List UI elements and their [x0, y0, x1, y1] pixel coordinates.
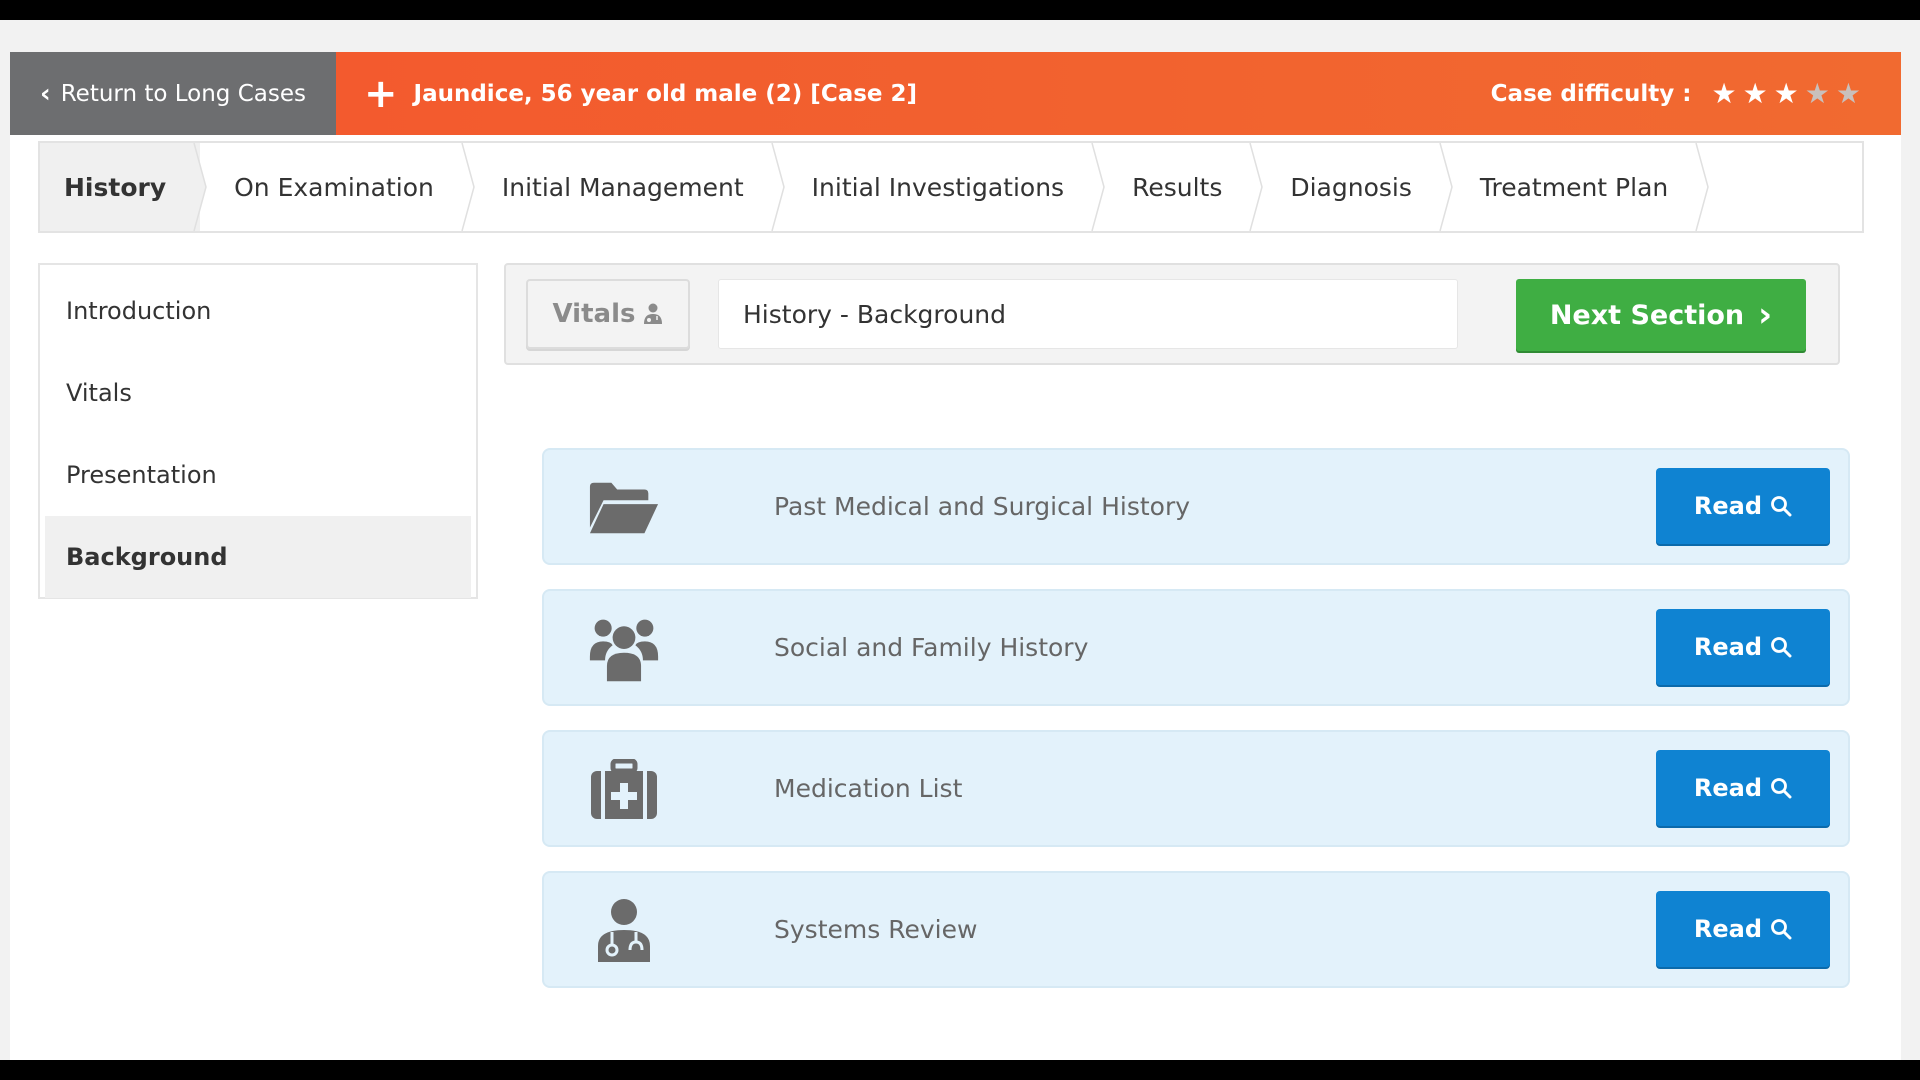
vitals-button[interactable]: Vitals [526, 279, 690, 349]
tab-history[interactable]: History [40, 143, 207, 231]
sidebar-item-presentation[interactable]: Presentation [45, 434, 471, 516]
current-section-value: History - Background [743, 299, 1007, 329]
search-icon [1771, 496, 1792, 517]
case-difficulty-label: Case difficulty : [1490, 80, 1692, 107]
search-icon [1771, 919, 1792, 940]
doctor-icon [588, 895, 660, 967]
read-button-label: Read [1693, 774, 1763, 802]
read-button[interactable]: Read [1656, 468, 1830, 544]
card-label: Past Medical and Surgical History [774, 492, 1191, 521]
sidebar-item-vitals[interactable]: Vitals [45, 352, 471, 434]
section-tabs: History On Examination Initial Managemen… [38, 141, 1864, 233]
card-past-medical-history: Past Medical and Surgical History Read [542, 448, 1850, 565]
return-to-long-cases-label: Return to Long Cases [60, 80, 306, 107]
section-toolbar: Vitals History - Background Next Section… [504, 263, 1840, 365]
card-systems-review: Systems Review Read [542, 871, 1850, 988]
star-empty-icon: ★ [1804, 76, 1830, 110]
star-empty-icon: ★ [1835, 76, 1861, 110]
read-button-label: Read [1693, 915, 1763, 943]
tab-label: Treatment Plan [1479, 172, 1669, 202]
case-title: Jaundice, 56 year old male (2) [Case 2] [413, 80, 918, 107]
read-button[interactable]: Read [1656, 609, 1830, 685]
tab-label: History [64, 172, 167, 202]
tab-label: Diagnosis [1290, 172, 1412, 202]
plus-icon: + [364, 70, 398, 117]
tab-results[interactable]: Results [1098, 143, 1264, 231]
sidebar-item-label: Vitals [66, 379, 132, 407]
folder-open-icon [588, 472, 660, 544]
tab-on-examination[interactable]: On Examination [200, 143, 475, 231]
sidebar-item-label: Background [66, 543, 228, 571]
next-section-label: Next Section [1549, 299, 1745, 331]
tab-label: Initial Investigations [811, 172, 1065, 202]
current-section-field: History - Background [718, 279, 1458, 349]
card-label: Social and Family History [774, 633, 1089, 662]
vitals-button-label: Vitals [552, 299, 636, 329]
return-to-long-cases-button[interactable]: ‹ Return to Long Cases [10, 52, 336, 135]
sidebar-item-background[interactable]: Background [45, 516, 471, 598]
star-filled-icon: ★ [1711, 76, 1737, 110]
card-label: Medication List [774, 774, 963, 803]
tab-diagnosis[interactable]: Diagnosis [1256, 143, 1453, 231]
case-difficulty: Case difficulty : ★ ★ ★ ★ ★ [1490, 76, 1901, 110]
sidebar-item-introduction[interactable]: Introduction [45, 270, 471, 352]
read-button[interactable]: Read [1656, 750, 1830, 826]
case-title-bar: + Jaundice, 56 year old male (2) [Case 2… [336, 52, 1901, 135]
star-filled-icon: ★ [1742, 76, 1768, 110]
tab-initial-management[interactable]: Initial Management [468, 143, 785, 231]
next-section-button[interactable]: Next Section › [1516, 279, 1806, 351]
read-button-label: Read [1693, 633, 1763, 661]
tab-treatment-plan[interactable]: Treatment Plan [1446, 143, 1710, 231]
background-cards: Past Medical and Surgical History Read S… [542, 448, 1850, 1012]
tab-label: On Examination [234, 172, 434, 202]
history-subsection-nav: Introduction Vitals Presentation Backgro… [38, 263, 478, 599]
search-icon [1771, 637, 1792, 658]
search-icon [1771, 778, 1792, 799]
medkit-icon [588, 754, 660, 826]
tab-separator [1694, 143, 1710, 231]
tab-label: Initial Management [501, 172, 744, 202]
users-icon [588, 613, 660, 685]
sidebar-item-label: Introduction [66, 297, 212, 325]
case-header: ‹ Return to Long Cases + Jaundice, 56 ye… [10, 52, 1901, 135]
read-button[interactable]: Read [1656, 891, 1830, 967]
read-button-label: Read [1693, 492, 1763, 520]
card-medication-list: Medication List Read [542, 730, 1850, 847]
tab-label: Results [1132, 172, 1223, 202]
card-social-family-history: Social and Family History Read [542, 589, 1850, 706]
chevron-left-icon: ‹ [40, 78, 51, 109]
star-filled-icon: ★ [1773, 76, 1799, 110]
chevron-right-icon: › [1758, 295, 1773, 335]
card-label: Systems Review [774, 915, 978, 944]
sidebar-item-label: Presentation [66, 461, 217, 489]
tab-initial-investigations[interactable]: Initial Investigations [778, 143, 1105, 231]
doctor-icon [644, 303, 663, 324]
screen-bottom-edge [0, 1060, 1920, 1080]
